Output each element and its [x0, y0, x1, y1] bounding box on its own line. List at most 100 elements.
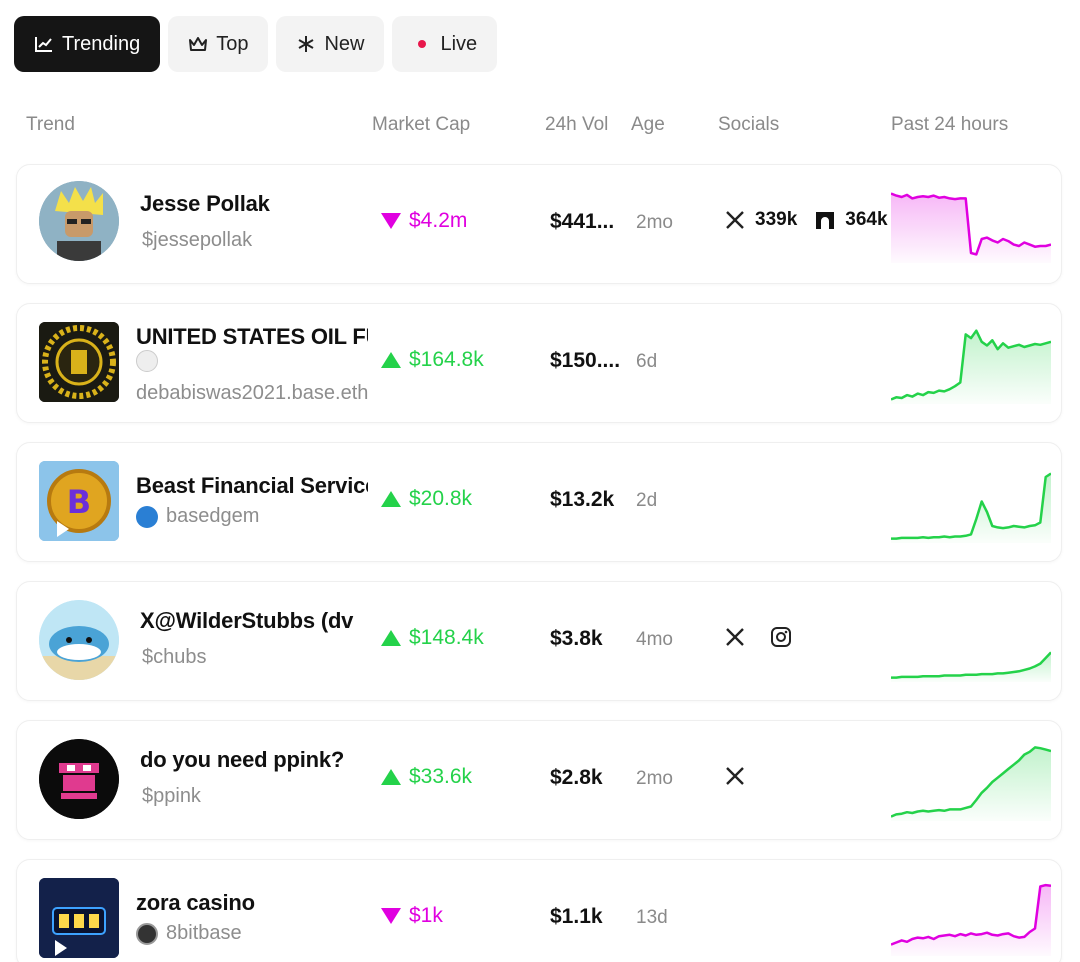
up-arrow-icon	[381, 491, 401, 507]
x-icon[interactable]	[723, 764, 747, 788]
tab-label: New	[324, 32, 365, 55]
column-header-24h-vol[interactable]: 24h Vol	[545, 114, 608, 136]
coin-avatar	[39, 322, 119, 402]
coin-age: 2mo	[636, 768, 673, 789]
coin-name[interactable]: X@WilderStubbs (dv	[140, 608, 370, 634]
coin-row[interactable]: UNITED STATES OIL FUND debabiswas2021.ba…	[16, 303, 1062, 423]
coin-avatar	[39, 181, 119, 261]
x-icon[interactable]	[723, 208, 747, 232]
coin-age: 6d	[636, 351, 658, 372]
crown-icon	[188, 34, 208, 54]
coin-name[interactable]: Beast Financial Services	[136, 473, 368, 499]
coin-ticker: $ppink	[142, 785, 362, 808]
coin-row[interactable]: zora casino 8bitbase $1k $1.1k 13d	[16, 859, 1062, 962]
social-links	[723, 764, 895, 788]
coin-avatar	[39, 739, 119, 819]
volume-24h: $13.2k	[550, 488, 615, 511]
tab-live[interactable]: Live	[392, 16, 498, 72]
farcaster-followers: 364k	[845, 209, 888, 230]
owner-avatar-line	[136, 350, 158, 372]
creator-name-text: 8bitbase	[166, 922, 242, 944]
coin-age: 13d	[636, 907, 668, 928]
coin-age: 2d	[636, 490, 658, 511]
coin-ticker: $chubs	[142, 646, 362, 669]
market-cap-value: $4.2m	[409, 209, 468, 232]
creator-name[interactable]: debabiswas2021.base.eth	[136, 382, 368, 405]
coin-ticker-text: $jessepollak	[142, 229, 253, 251]
market-cap: $148.4k	[381, 626, 484, 650]
coin-row[interactable]: do you need ppink? $ppink $33.6k $2.8k 2…	[16, 720, 1062, 840]
x-followers: 339k	[755, 209, 798, 230]
price-sparkline	[891, 472, 1051, 543]
coin-name[interactable]: zora casino	[136, 890, 368, 916]
creator-name-text: basedgem	[166, 505, 260, 527]
market-cap-value: $148.4k	[409, 626, 484, 649]
market-cap-value: $1k	[409, 904, 443, 927]
live-dot-icon	[412, 34, 432, 54]
table-header: Trend Market Cap 24h Vol Age Socials Pas…	[0, 114, 1080, 142]
market-cap: $4.2m	[381, 209, 467, 233]
volume-24h: $1.1k	[550, 905, 603, 928]
price-sparkline	[891, 883, 1051, 956]
coin-row[interactable]: B Beast Financial Services basedgem $20.…	[16, 442, 1062, 562]
column-header-age[interactable]: Age	[631, 114, 665, 136]
tab-trending[interactable]: Trending	[14, 16, 161, 72]
chart-line-icon	[34, 34, 54, 54]
sparkline-area	[891, 330, 1051, 404]
volume-24h: $2.8k	[550, 766, 603, 789]
coin-age: 2mo	[636, 212, 673, 233]
social-links: 339k 364k	[723, 208, 895, 232]
tab-new[interactable]: New	[276, 16, 385, 72]
market-cap: $164.8k	[381, 348, 484, 372]
column-header-socials: Socials	[718, 114, 780, 135]
tab-label: Top	[216, 32, 249, 55]
coin-ticker-text: $ppink	[142, 785, 201, 807]
down-arrow-icon	[381, 908, 401, 924]
up-arrow-icon	[381, 769, 401, 785]
sparkle-icon	[296, 34, 316, 54]
instagram-icon[interactable]	[769, 625, 793, 649]
down-arrow-icon	[381, 213, 401, 229]
svg-text:B: B	[67, 483, 91, 521]
price-sparkline	[891, 651, 1051, 682]
market-cap: $20.8k	[381, 487, 472, 511]
volume-24h: $441...	[550, 210, 615, 233]
coin-avatar	[39, 878, 119, 958]
creator-name[interactable]: basedgem	[136, 505, 368, 528]
coin-name[interactable]: UNITED STATES OIL FUND	[136, 324, 368, 350]
market-cap-value: $164.8k	[409, 348, 484, 371]
price-sparkline	[891, 192, 1051, 263]
coin-ticker-text: $chubs	[142, 646, 207, 668]
coin-age: 4mo	[636, 629, 673, 650]
market-cap-value: $33.6k	[409, 765, 473, 788]
creator-name[interactable]: 8bitbase	[136, 922, 368, 945]
social-links	[723, 625, 895, 649]
coin-row[interactable]: Jesse Pollak $jessepollak $4.2m $441... …	[16, 164, 1062, 284]
coin-row[interactable]: X@WilderStubbs (dv $chubs $148.4k $3.8k …	[16, 581, 1062, 701]
filter-tabs: Trending Top New Live	[14, 16, 498, 72]
volume-24h: $150....	[550, 349, 621, 372]
coin-name[interactable]: do you need ppink?	[140, 747, 370, 773]
price-sparkline	[891, 746, 1051, 821]
column-header-market-cap[interactable]: Market Cap	[372, 114, 470, 136]
tab-label: Live	[440, 32, 478, 55]
coin-avatar	[39, 600, 119, 680]
x-icon[interactable]	[723, 625, 747, 649]
creator-avatar	[136, 922, 158, 945]
coin-avatar: B	[39, 461, 119, 541]
column-header-past-24-hours: Past 24 hours	[891, 114, 1009, 135]
sparkline-area	[891, 885, 1051, 956]
coin-name[interactable]: Jesse Pollak	[140, 191, 360, 217]
column-header-trend[interactable]: Trend	[26, 114, 75, 136]
farcaster-icon[interactable]	[813, 208, 837, 232]
tab-top[interactable]: Top	[168, 16, 269, 72]
up-arrow-icon	[381, 352, 401, 368]
creator-name-text: debabiswas2021.base.eth	[136, 382, 368, 404]
market-cap: $33.6k	[381, 765, 472, 789]
tab-label: Trending	[62, 32, 141, 55]
up-arrow-icon	[381, 630, 401, 646]
creator-avatar	[136, 505, 158, 528]
default-avatar-icon	[136, 350, 158, 372]
market-cap-value: $20.8k	[409, 487, 473, 510]
price-sparkline	[891, 329, 1051, 404]
